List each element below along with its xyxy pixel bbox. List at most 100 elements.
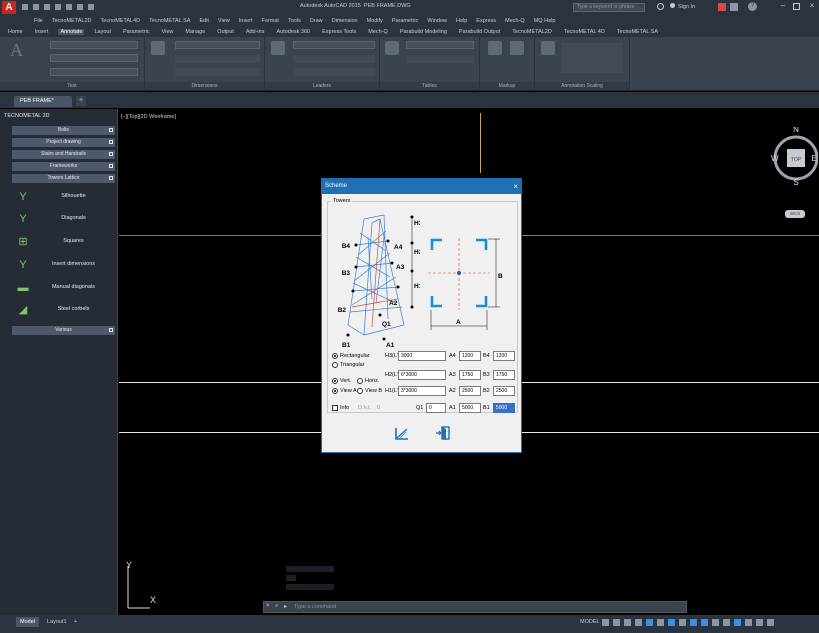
dimension-style-dropdown[interactable] bbox=[175, 41, 260, 49]
command-line[interactable]: × ⌕ ▸ Type a command bbox=[263, 601, 687, 613]
menu-item-file[interactable]: File bbox=[34, 18, 43, 24]
annotation-scale-icon[interactable] bbox=[701, 618, 708, 626]
osnap-icon[interactable] bbox=[646, 618, 653, 626]
menu-item-tecnometal-sa[interactable]: TecnoMETAL SA bbox=[149, 18, 190, 24]
ribbon-tab-tecnometal-4d[interactable]: TecnoMETAL 4D bbox=[562, 29, 607, 35]
isolate-icon[interactable] bbox=[734, 618, 741, 626]
menu-item-parametric[interactable]: Parametric bbox=[392, 18, 419, 24]
palette-item-insert-dimensions[interactable]: Y Insert dimensions bbox=[12, 255, 115, 277]
tab-add-layout[interactable]: + bbox=[70, 617, 81, 627]
vertical-radio[interactable] bbox=[332, 378, 338, 384]
h1-input[interactable]: 3*3000 bbox=[398, 386, 446, 396]
command-input[interactable]: Type a command bbox=[294, 604, 336, 610]
minimize-button[interactable]: – bbox=[777, 1, 789, 13]
menu-item-view[interactable]: View bbox=[218, 18, 230, 24]
menu-item-dimension[interactable]: Dimension bbox=[332, 18, 358, 24]
menu-item-insert[interactable]: Insert bbox=[239, 18, 253, 24]
search-icon[interactable] bbox=[657, 3, 664, 10]
ribbon-tab-parabuild-modeling[interactable]: Parabuild Modeling bbox=[398, 29, 449, 35]
dimension-icon[interactable] bbox=[151, 41, 165, 55]
ribbon-tab-parabuild-output[interactable]: Parabuild Output bbox=[457, 29, 502, 35]
menu-item-tecnometal4d[interactable]: TecnoMETAL4D bbox=[101, 18, 141, 24]
dimension-tools-2[interactable] bbox=[175, 68, 260, 76]
menu-item-tecnometal2d[interactable]: TecnoMETAL2D bbox=[52, 18, 92, 24]
navcube-south[interactable]: S bbox=[793, 178, 798, 187]
snap-icon[interactable] bbox=[613, 618, 620, 626]
ribbon-tab-mech-q[interactable]: Mech-Q bbox=[366, 29, 390, 35]
command-recent-icon[interactable]: ▸ bbox=[284, 603, 287, 610]
palette-item-silhouette[interactable]: Y Silhouette bbox=[12, 187, 115, 209]
autocad-logo-icon[interactable]: A bbox=[2, 1, 16, 14]
polar-icon[interactable] bbox=[635, 618, 642, 626]
menu-item-tools[interactable]: Tools bbox=[288, 18, 301, 24]
sign-in-button[interactable]: Sign In bbox=[670, 2, 710, 12]
palette-section-various[interactable]: Various bbox=[12, 326, 115, 335]
rectangular-radio[interactable] bbox=[332, 353, 338, 359]
multileader-icon[interactable] bbox=[271, 41, 285, 55]
text-style-dropdown[interactable] bbox=[50, 41, 138, 49]
customization-icon[interactable] bbox=[767, 618, 774, 626]
palette-item-steel-corbels[interactable]: ◢ Steel corbels bbox=[12, 300, 115, 322]
ribbon-tab-home[interactable]: Home bbox=[6, 29, 25, 35]
workspace-icon[interactable] bbox=[723, 618, 730, 626]
ribbon-tab-view[interactable]: View bbox=[160, 29, 176, 35]
wcs-menu[interactable]: WCS bbox=[785, 210, 805, 218]
palette-item-manual-diagonals[interactable]: ▬ Manual diagonals bbox=[12, 278, 115, 300]
dialog-close-button[interactable]: × bbox=[513, 179, 518, 194]
close-button[interactable]: × bbox=[806, 1, 818, 13]
ribbon-tab-manage[interactable]: Manage bbox=[183, 29, 207, 35]
menu-item-edit[interactable]: Edit bbox=[199, 18, 208, 24]
multiline-text-icon[interactable]: A bbox=[10, 40, 23, 61]
menu-item-modify[interactable]: Modify bbox=[367, 18, 383, 24]
triangular-radio[interactable] bbox=[332, 362, 338, 368]
model-space-label[interactable]: MODEL bbox=[580, 619, 600, 625]
a2-input[interactable]: 2500 bbox=[459, 386, 481, 396]
ribbon-tab-output[interactable]: Output bbox=[215, 29, 236, 35]
selection-cycling-icon[interactable] bbox=[690, 618, 697, 626]
menu-item-mq-help[interactable]: MQ Help bbox=[534, 18, 556, 24]
ribbon-tab-layout[interactable]: Layout bbox=[92, 29, 113, 35]
leader-tools[interactable] bbox=[293, 55, 375, 63]
annotation-scaling-tools[interactable] bbox=[561, 43, 623, 73]
menu-item-format[interactable]: Format bbox=[262, 18, 279, 24]
palette-item-squares[interactable]: ⊞ Squares bbox=[12, 232, 115, 254]
palette-item-diagonals[interactable]: Y Diagonals bbox=[12, 209, 115, 231]
exchange-icon[interactable] bbox=[718, 3, 726, 11]
text-height-dropdown[interactable] bbox=[50, 54, 138, 62]
quick-access-toolbar[interactable] bbox=[22, 4, 122, 11]
b2-input[interactable]: 2500 bbox=[493, 386, 515, 396]
menu-item-draw[interactable]: Draw bbox=[310, 18, 323, 24]
info-checkbox[interactable] bbox=[332, 405, 338, 411]
view-b-radio[interactable] bbox=[357, 388, 363, 394]
clean-screen-icon[interactable] bbox=[756, 618, 763, 626]
navcube-north[interactable]: N bbox=[793, 127, 799, 134]
annotation-scaling-icon[interactable] bbox=[541, 41, 555, 55]
menu-item-express[interactable]: Express bbox=[476, 18, 496, 24]
ribbon-tab-parametric[interactable]: Parametric bbox=[121, 29, 152, 35]
search-input[interactable]: Type a keyword or phrase bbox=[573, 3, 645, 12]
leader-tools-2[interactable] bbox=[293, 68, 375, 76]
text-scale-dropdown[interactable] bbox=[50, 68, 138, 76]
b3-input[interactable]: 1750 bbox=[493, 370, 515, 380]
ribbon-tab-tecnometal2d[interactable]: TecnoMETAL2D bbox=[510, 29, 554, 35]
q1-input[interactable]: 0 bbox=[426, 403, 446, 413]
ribbon-tab-add-ins[interactable]: Add-ins bbox=[244, 29, 267, 35]
ribbon-tab-annotate[interactable]: Annotate bbox=[58, 28, 85, 35]
palette-section-stairs-and-handrails[interactable]: Stairs and Handrails bbox=[12, 150, 115, 159]
palette-section-frameworks[interactable]: Frameworks bbox=[12, 162, 115, 171]
hardware-icon[interactable] bbox=[745, 618, 752, 626]
markup-icon-2[interactable] bbox=[510, 41, 524, 55]
file-tab-peb-frame[interactable]: PEB FRAME* bbox=[14, 96, 72, 107]
new-tab-button[interactable]: + bbox=[76, 96, 86, 106]
ortho-icon[interactable] bbox=[624, 618, 631, 626]
ribbon-tab-insert[interactable]: Insert bbox=[33, 29, 51, 35]
status-toggles[interactable] bbox=[602, 617, 817, 627]
h2-input[interactable]: 6*3000 bbox=[398, 370, 446, 380]
transparency-icon[interactable] bbox=[679, 618, 686, 626]
navcube[interactable]: TOP N S W E bbox=[770, 127, 818, 187]
command-customize-icon[interactable]: ⌕ bbox=[275, 603, 278, 610]
lineweight-icon[interactable] bbox=[668, 618, 675, 626]
h3-input[interactable]: 3000 bbox=[398, 351, 446, 361]
viewport-controls[interactable]: [–][Top][2D Wireframe] bbox=[121, 114, 176, 120]
menu-item-mech-q[interactable]: Mech-Q bbox=[505, 18, 525, 24]
